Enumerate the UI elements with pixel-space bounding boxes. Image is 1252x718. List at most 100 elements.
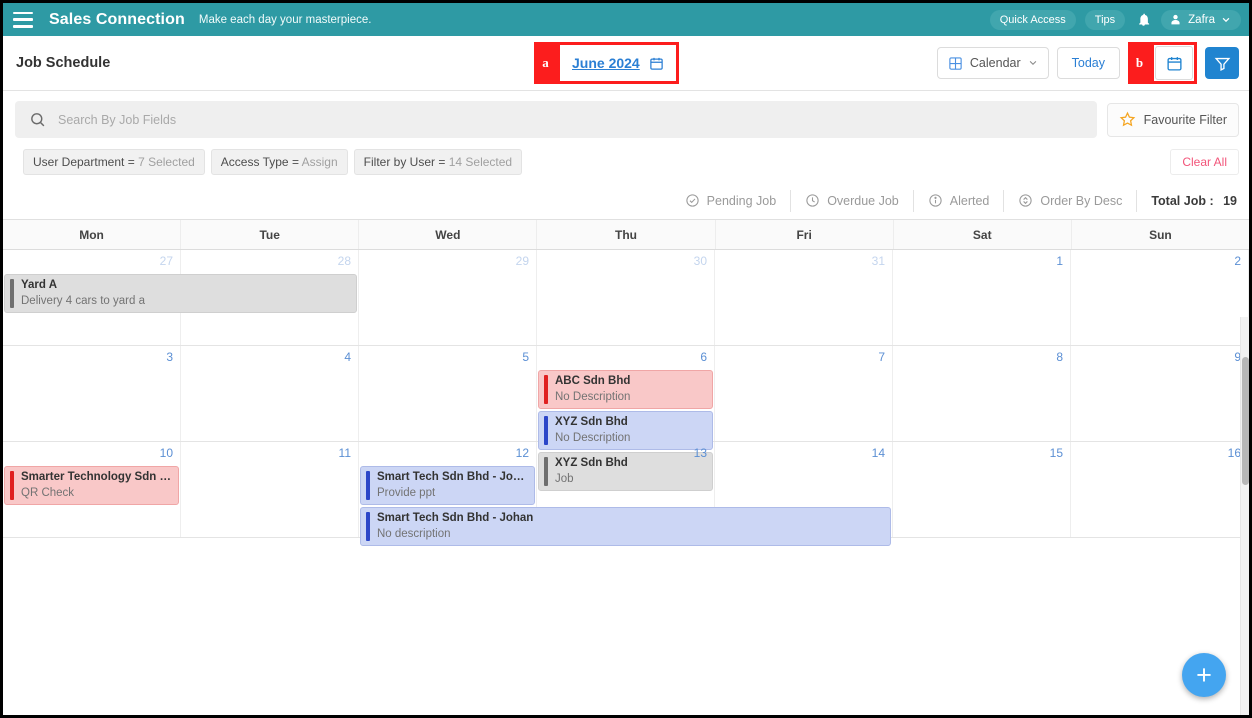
topbar-actions: Quick Access Tips Zafra [989,9,1241,30]
day-number: 12 [515,446,529,460]
day-number: 27 [159,254,173,268]
search-container[interactable]: Search By Job Fields [15,101,1097,138]
day-number: 10 [159,446,173,460]
app-tagline: Make each day your masterpiece. [198,13,372,26]
event-description: No Description [555,391,631,403]
day-number: 14 [871,446,885,460]
annotation-badge-b: b [1128,42,1151,84]
search-icon [31,113,45,127]
clear-all-button[interactable]: Clear All [1170,149,1239,175]
total-job-label: Total Job : [1151,193,1214,208]
event-text: Smart Tech Sdn Bhd - Johan No description [370,508,539,545]
calendar-picker-outline [1151,42,1197,84]
event-text: Smart Tech Sdn Bhd - Johan Provide ppt [370,467,534,504]
current-month-label[interactable]: June 2024 [572,55,640,71]
total-job-counter: Total Job : 19 [1137,194,1237,208]
day-number: 28 [337,254,351,268]
search-input[interactable]: Search By Job Fields [58,113,176,127]
chip-value: Assign [301,155,338,169]
star-icon [1119,111,1135,127]
chip-label: User Department [33,155,125,169]
legend-pending-job[interactable]: Pending Job [671,189,792,212]
page-title: Job Schedule [16,55,111,71]
day-number: 13 [693,446,707,460]
calendar-icon[interactable] [649,56,664,71]
header-actions: Calendar Today b [936,42,1239,84]
hamburger-menu-icon[interactable] [13,11,33,28]
calendar-events-layer: Yard A Delivery 4 cars to yard a [3,274,1249,344]
calendar-event[interactable]: Smarter Technology Sdn Bh... QR Check [4,466,179,505]
day-number: 8 [1056,350,1063,364]
quick-access-button[interactable]: Quick Access [989,9,1076,30]
event-text: Yard A Delivery 4 cars to yard a [14,275,151,312]
chip-label: Filter by User [363,155,436,169]
favourite-filter-button[interactable]: Favourite Filter [1106,102,1239,137]
user-menu[interactable]: Zafra [1161,9,1241,30]
calendar-event[interactable]: ABC Sdn Bhd No Description [538,370,713,409]
weekday-tue: Tue [181,220,360,249]
top-navbar: Sales Connection Make each day your mast… [3,3,1249,36]
event-title: Yard A [21,279,58,291]
chip-equals: = [127,155,135,169]
day-number: 15 [1049,446,1063,460]
chip-value: 7 Selected [138,155,195,169]
day-number: 1 [1056,254,1063,268]
legend-label: Order By Desc [1040,193,1123,208]
weekday-sun: Sun [1149,228,1172,242]
legend-label: Pending Job [706,193,777,208]
calendar-event[interactable]: Smart Tech Sdn Bhd - Johan No description [360,507,891,546]
view-mode-dropdown[interactable]: Calendar [936,47,1049,79]
calendar-weekday-header: Mon Tue Wed Thu Fri Sat Sun [3,220,1249,250]
filter-chip-user-department[interactable]: User Department = 7 Selected [23,149,205,175]
legend-order-by-desc[interactable]: Order By Desc [1004,189,1138,212]
day-number: 7 [878,350,885,364]
avatar-icon [1168,13,1182,27]
day-number: 30 [693,254,707,268]
app-brand-title: Sales Connection [49,10,185,28]
annotation-badge-a: a [534,42,557,84]
month-selector[interactable]: June 2024 [557,42,679,84]
total-job-value: 19 [1223,193,1237,208]
info-circle-icon [929,194,942,207]
day-number: 3 [166,350,173,364]
favourite-filter-label: Favourite Filter [1143,112,1227,127]
legend-alerted[interactable]: Alerted [914,189,1005,212]
today-button[interactable]: Today [1056,47,1120,79]
day-number: 5 [522,350,529,364]
event-description: QR Check [21,487,75,499]
event-description: No description [377,528,451,540]
day-number: 2 [1234,254,1241,268]
app-window: Sales Connection Make each day your mast… [0,0,1252,718]
calendar-event[interactable]: Smart Tech Sdn Bhd - Johan Provide ppt [360,466,535,505]
chip-label: Access Type [220,155,289,169]
weekday-thu: Thu [537,220,716,249]
day-number: 31 [871,254,885,268]
search-row: Search By Job Fields Favourite Filter [3,91,1249,146]
chip-equals: = [291,155,299,169]
event-title: Smarter Technology Sdn Bh... [21,471,172,483]
grid-icon [949,56,962,70]
chip-equals: = [438,155,446,169]
calendar-week-row: 3 4 5 6 7 8 9 ABC Sdn Bhd No Description XYZ Sdn … [3,346,1249,491]
day-number: 4 [344,350,351,364]
weekday-wed: Wed [359,220,538,249]
event-title: Smart Tech Sdn Bhd - Johan [377,471,528,483]
calendar-picker-button[interactable] [1155,46,1193,80]
tips-button[interactable]: Tips [1084,9,1126,30]
event-title: Smart Tech Sdn Bhd - Johan [377,512,534,524]
filter-chip-access-type[interactable]: Access Type = Assign [210,149,348,175]
event-description: Delivery 4 cars to yard a [21,295,145,307]
filter-chip-filter-by-user[interactable]: Filter by User = 14 Selected [353,149,523,175]
calendar-icon [1166,56,1182,71]
page-header-bar: Job Schedule a June 2024 Calendar Today … [3,36,1249,91]
calendar-event[interactable]: Yard A Delivery 4 cars to yard a [4,274,357,313]
scrollbar-thumb[interactable] [1242,357,1249,485]
filter-button[interactable] [1205,47,1239,79]
chip-value: 14 Selected [448,155,513,169]
bell-icon[interactable] [1134,11,1152,29]
calendar-scrollbar[interactable] [1240,317,1249,715]
add-job-fab[interactable]: + [1182,653,1226,697]
calendar-events-layer: Smarter Technology Sdn Bh... QR Check Smar… [3,466,1249,546]
legend-overdue-job[interactable]: Overdue Job [791,189,914,212]
funnel-icon [1214,57,1230,71]
